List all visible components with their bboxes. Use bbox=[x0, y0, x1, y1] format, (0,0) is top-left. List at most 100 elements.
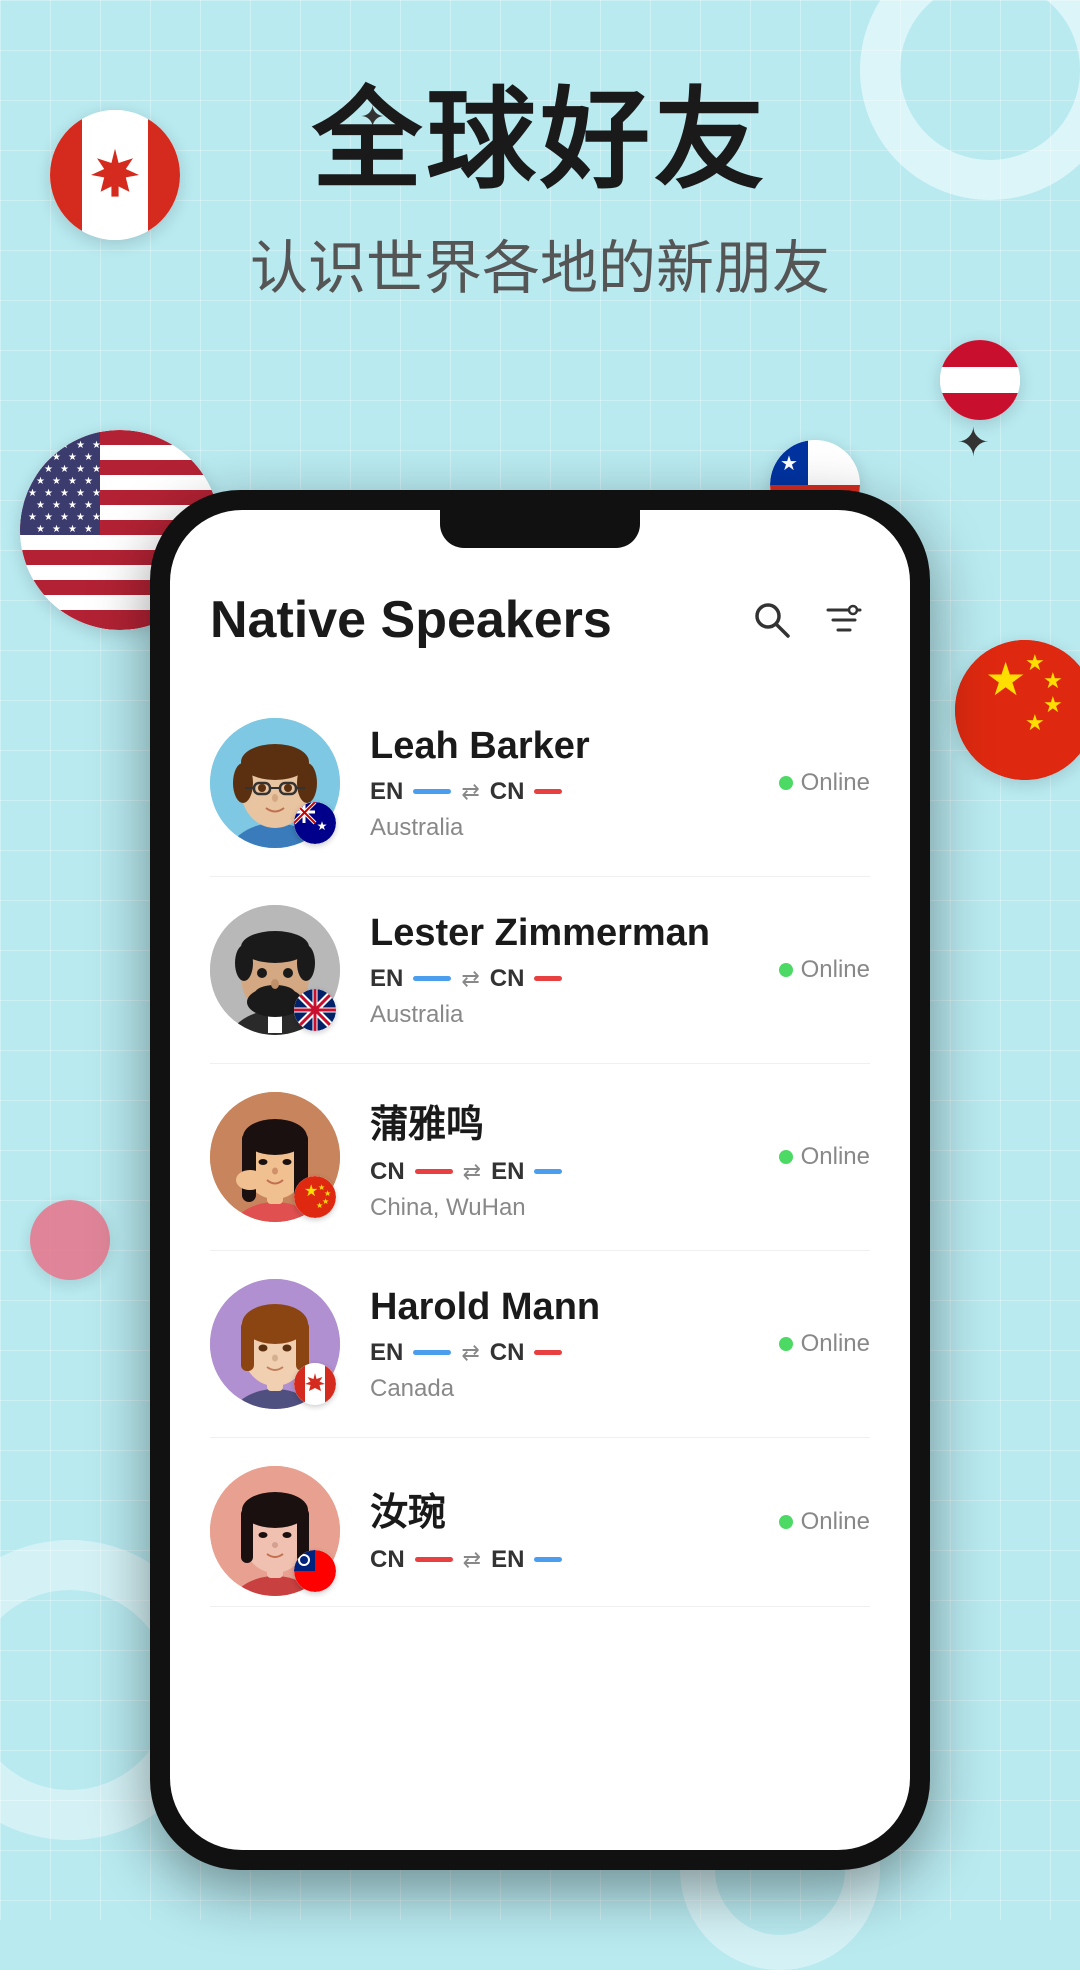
filter-button[interactable] bbox=[818, 594, 870, 646]
svg-text:★: ★ bbox=[1025, 710, 1045, 735]
filter-icon bbox=[822, 598, 866, 642]
online-dot bbox=[779, 1150, 793, 1164]
phone-mockup: Native Speakers bbox=[150, 490, 930, 1870]
user-name: Harold Mann bbox=[370, 1286, 870, 1329]
svg-text:★: ★ bbox=[28, 512, 37, 523]
lang-from: CN bbox=[370, 1158, 405, 1186]
avatar-container: ★ ★ ★ ★ ★ bbox=[210, 1092, 340, 1222]
svg-text:★: ★ bbox=[1043, 668, 1063, 693]
svg-text:★: ★ bbox=[44, 464, 53, 475]
svg-text:★: ★ bbox=[76, 440, 85, 451]
flag-badge: ★ ★ ★ ★ ★ bbox=[294, 1176, 336, 1218]
svg-text:★: ★ bbox=[36, 500, 45, 511]
online-badge: Online bbox=[779, 1330, 870, 1358]
svg-text:★: ★ bbox=[44, 488, 53, 499]
phone-notch bbox=[440, 510, 640, 548]
svg-text:★: ★ bbox=[60, 464, 69, 475]
user-name: Leah Barker bbox=[370, 725, 870, 768]
user-item[interactable]: Lester Zimmerman EN ⇄ CN A bbox=[210, 877, 870, 1064]
lang-row: CN ⇄ EN bbox=[370, 1546, 870, 1574]
avatar-container bbox=[210, 1279, 340, 1409]
svg-text:★: ★ bbox=[52, 500, 61, 511]
online-badge: Online bbox=[779, 956, 870, 984]
user-item[interactable]: ★ ★ ★ ★ ★ 蒲雅鸣 CN bbox=[210, 1064, 870, 1251]
lang-from: EN bbox=[370, 1339, 403, 1367]
svg-text:★: ★ bbox=[52, 524, 61, 535]
user-item[interactable]: Harold Mann EN ⇄ CN Canada bbox=[210, 1251, 870, 1438]
svg-text:★: ★ bbox=[84, 452, 93, 463]
svg-text:★: ★ bbox=[76, 464, 85, 475]
search-icon bbox=[750, 598, 794, 642]
online-badge: Online bbox=[779, 1143, 870, 1171]
svg-text:★: ★ bbox=[68, 476, 77, 487]
svg-text:★: ★ bbox=[1043, 692, 1063, 717]
user-location: Canada bbox=[370, 1375, 870, 1403]
user-name: Lester Zimmerman bbox=[370, 912, 870, 955]
svg-text:★: ★ bbox=[84, 500, 93, 511]
svg-text:★: ★ bbox=[76, 488, 85, 499]
flag-austria bbox=[940, 340, 1020, 420]
app-icons bbox=[746, 594, 870, 646]
flag-badge bbox=[294, 1550, 336, 1592]
svg-text:★: ★ bbox=[68, 500, 77, 511]
svg-text:★: ★ bbox=[780, 453, 798, 475]
user-list: ★ Leah Barker EN ⇄ bbox=[210, 690, 870, 1607]
svg-text:★: ★ bbox=[68, 524, 77, 535]
svg-text:★: ★ bbox=[92, 488, 101, 499]
svg-text:★: ★ bbox=[92, 512, 101, 523]
lang-from: CN bbox=[370, 1546, 405, 1574]
svg-text:★: ★ bbox=[52, 476, 61, 487]
svg-text:★: ★ bbox=[68, 452, 77, 463]
avatar-container bbox=[210, 905, 340, 1035]
flag-badge bbox=[294, 989, 336, 1031]
flag-badge: ★ bbox=[294, 802, 336, 844]
header: 全球好友 认识世界各地的新朋友 bbox=[0, 80, 1080, 305]
flag-badge bbox=[294, 1363, 336, 1405]
user-location: Australia bbox=[370, 1001, 870, 1029]
svg-text:★: ★ bbox=[60, 512, 69, 523]
phone-screen: Native Speakers bbox=[170, 510, 910, 1850]
search-button[interactable] bbox=[746, 594, 798, 646]
user-item[interactable]: 汝琬 CN ⇄ EN bbox=[210, 1438, 870, 1607]
online-badge: Online bbox=[779, 769, 870, 797]
svg-text:★: ★ bbox=[985, 653, 1026, 705]
lang-to: EN bbox=[491, 1546, 524, 1574]
main-title: 全球好友 bbox=[0, 80, 1080, 201]
lang-to: CN bbox=[490, 1339, 525, 1367]
online-label: Online bbox=[801, 956, 870, 984]
svg-text:★: ★ bbox=[44, 512, 53, 523]
sub-title: 认识世界各地的新朋友 bbox=[0, 221, 1080, 305]
svg-text:★: ★ bbox=[60, 488, 69, 499]
online-dot bbox=[779, 1515, 793, 1529]
avatar-container bbox=[210, 1466, 340, 1596]
lang-from: EN bbox=[370, 778, 403, 806]
online-dot bbox=[779, 776, 793, 790]
app-content: Native Speakers bbox=[170, 510, 910, 1850]
svg-text:★: ★ bbox=[317, 819, 328, 833]
user-item[interactable]: ★ Leah Barker EN ⇄ bbox=[210, 690, 870, 877]
online-label: Online bbox=[801, 1143, 870, 1171]
svg-text:★: ★ bbox=[28, 488, 37, 499]
svg-text:★: ★ bbox=[92, 464, 101, 475]
svg-text:★: ★ bbox=[304, 1183, 318, 1200]
online-label: Online bbox=[801, 769, 870, 797]
svg-text:★: ★ bbox=[84, 524, 93, 535]
online-dot bbox=[779, 963, 793, 977]
online-dot bbox=[779, 1337, 793, 1351]
user-name: 蒲雅鸣 bbox=[370, 1093, 870, 1148]
svg-text:★: ★ bbox=[36, 476, 45, 487]
app-header: Native Speakers bbox=[210, 590, 870, 650]
svg-text:★: ★ bbox=[36, 524, 45, 535]
svg-text:★: ★ bbox=[76, 512, 85, 523]
flag-pink-circle bbox=[30, 1200, 110, 1280]
avatar-container: ★ bbox=[210, 718, 340, 848]
svg-text:★: ★ bbox=[52, 452, 61, 463]
user-location: Australia bbox=[370, 814, 870, 842]
svg-text:★: ★ bbox=[92, 440, 101, 451]
online-label: Online bbox=[801, 1330, 870, 1358]
online-label: Online bbox=[801, 1508, 870, 1536]
user-location: China, WuHan bbox=[370, 1194, 870, 1222]
lang-from: EN bbox=[370, 965, 403, 993]
lang-to: CN bbox=[490, 965, 525, 993]
lang-to: EN bbox=[491, 1158, 524, 1186]
